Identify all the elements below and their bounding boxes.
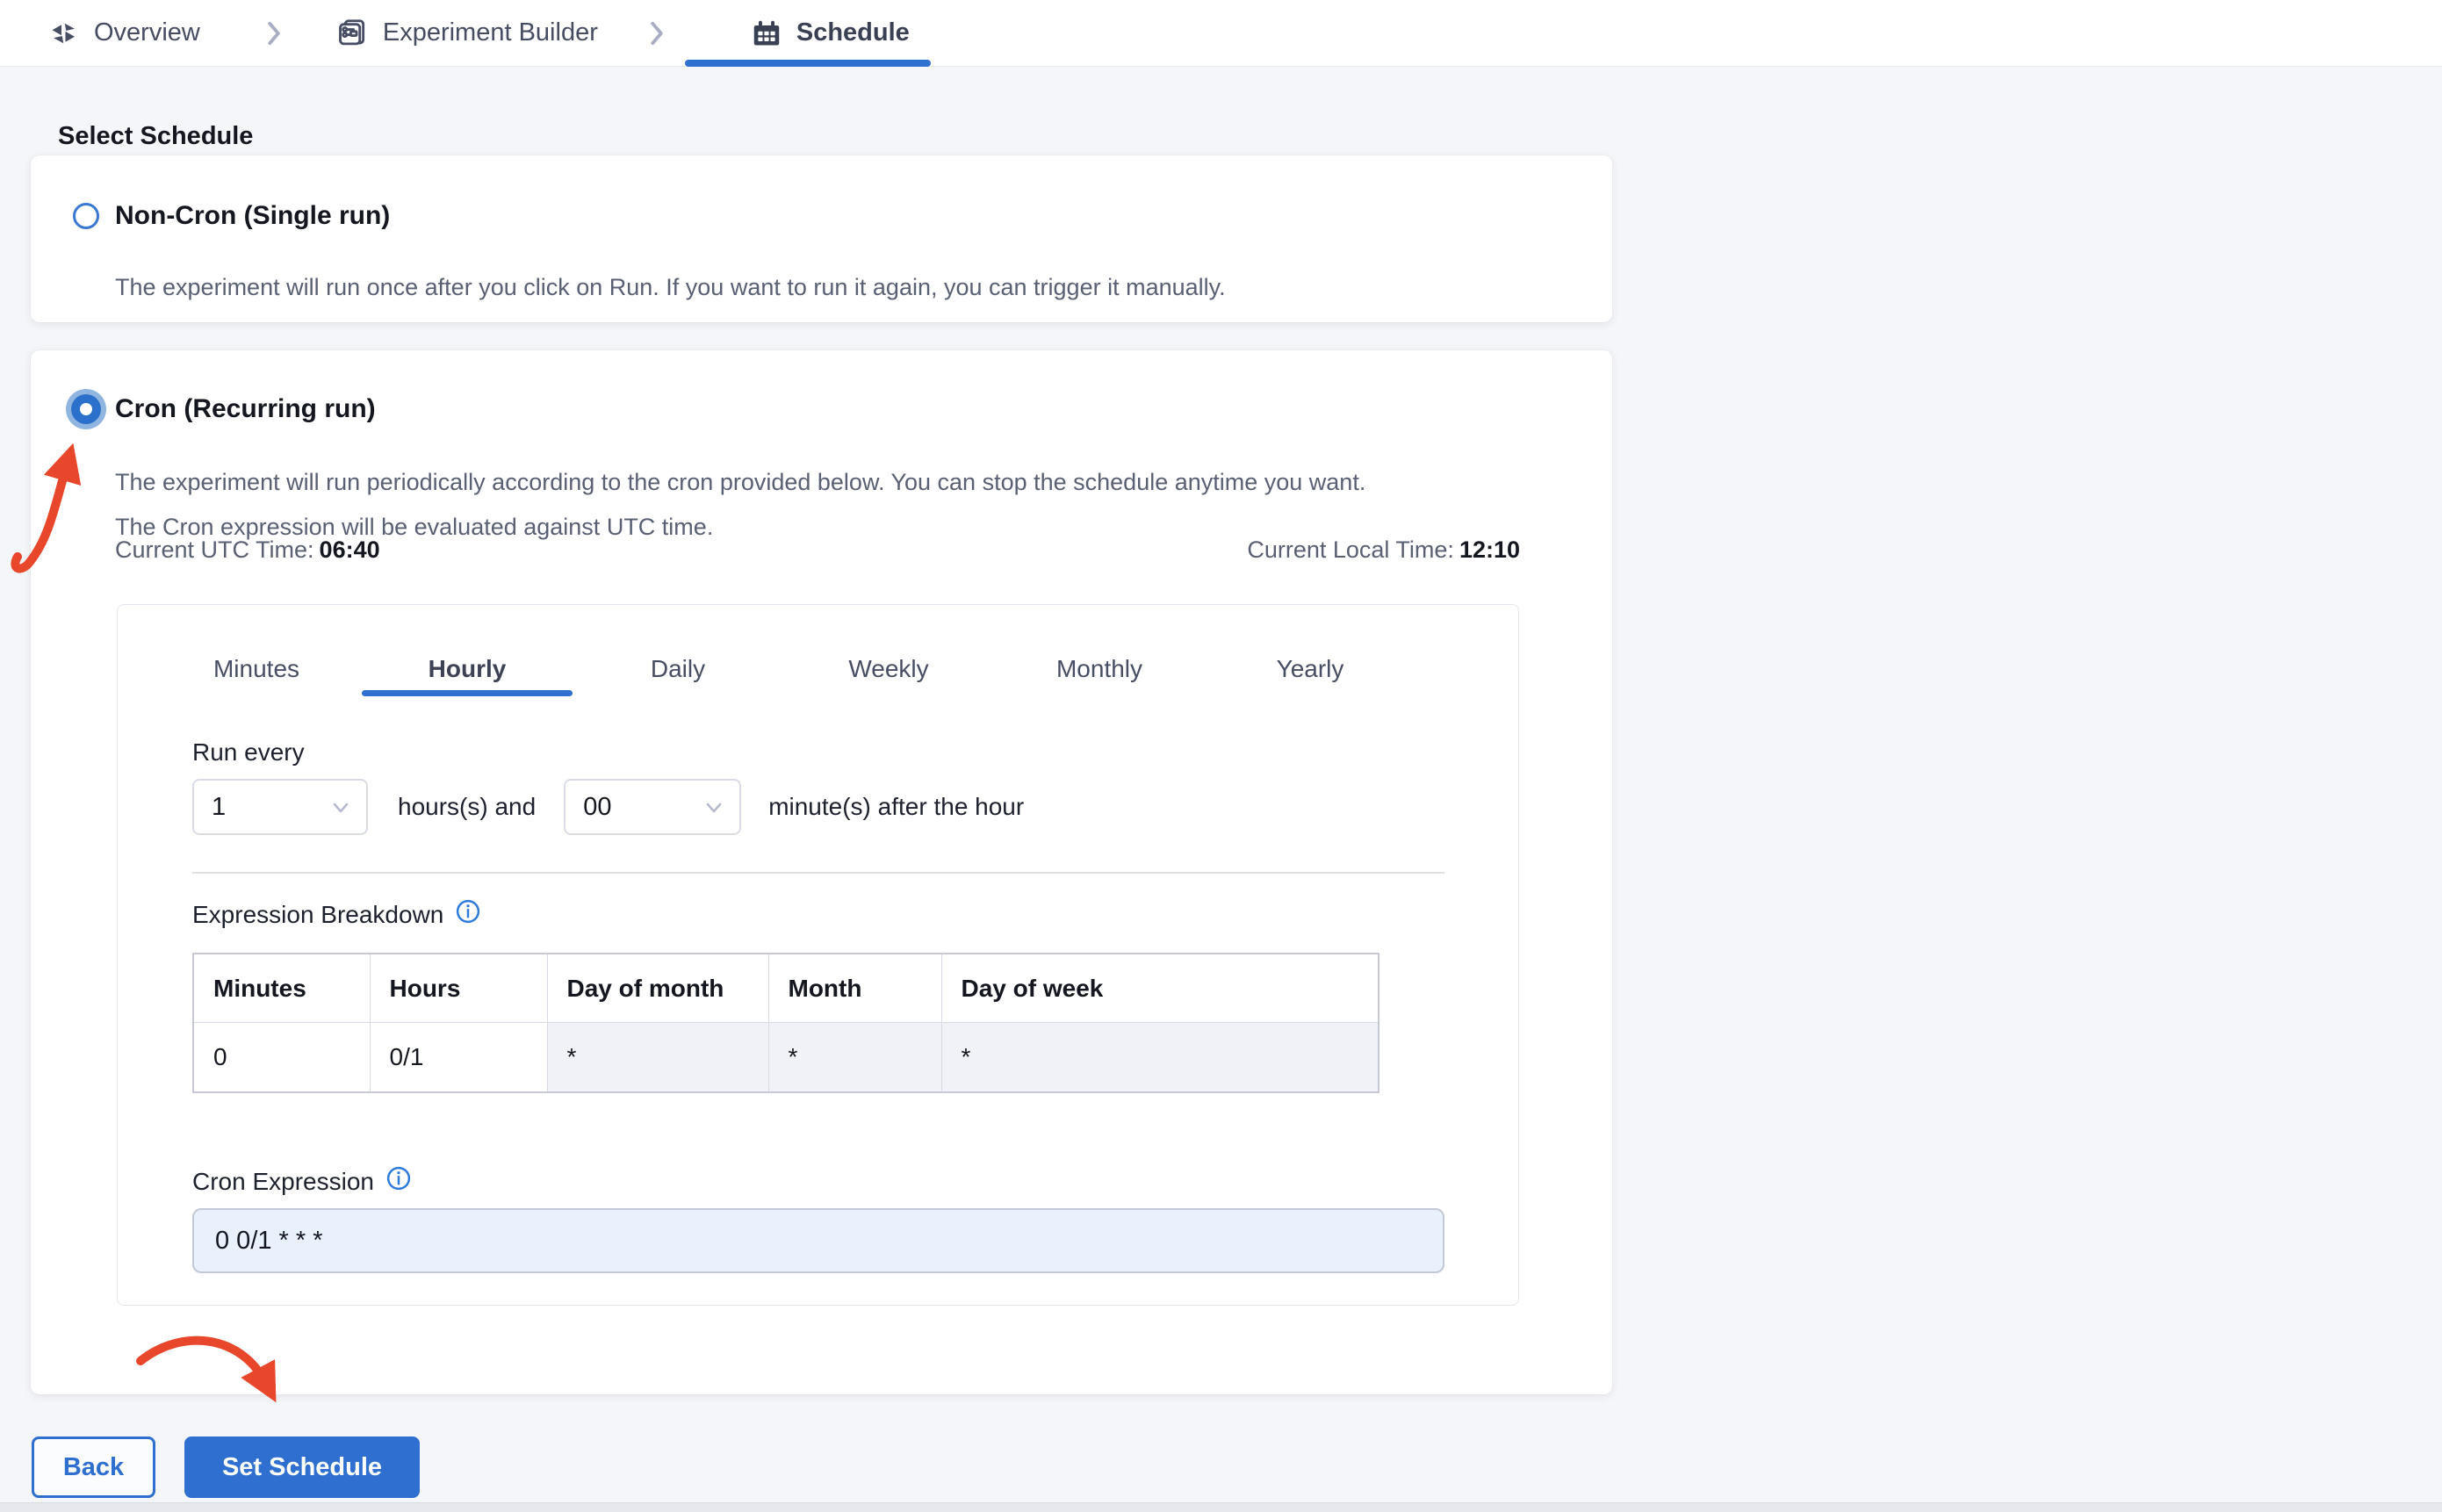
non-cron-radio[interactable] <box>73 203 99 229</box>
cell-month: * <box>767 1022 942 1093</box>
minutes-select-value: 00 <box>583 792 612 821</box>
tab-hourly[interactable]: Hourly <box>362 642 573 696</box>
non-cron-description: The experiment will run once after you c… <box>115 274 1226 300</box>
cron-radio[interactable] <box>66 389 106 429</box>
minutes-select[interactable]: 00 <box>564 779 742 835</box>
cron-expression-label: Cron Expression <box>192 1167 374 1195</box>
tab-schedule-label: Schedule <box>796 18 910 47</box>
tab-weekly[interactable]: Weekly <box>783 642 994 696</box>
experiment-builder-icon <box>335 17 369 50</box>
current-times-row: Current UTC Time: 06:40 Current Local Tim… <box>115 536 1520 564</box>
run-every-controls: 1 hours(s) and 00 minute(s) after the ho… <box>192 779 1052 835</box>
tab-daily[interactable]: Daily <box>573 642 783 696</box>
chevron-down-icon <box>331 793 350 822</box>
breadcrumb-experiment-builder[interactable]: Experiment Builder <box>335 17 598 50</box>
non-cron-option-row: Non-Cron (Single run) <box>73 201 390 231</box>
tab-schedule[interactable]: Schedule <box>751 18 910 49</box>
tab-yearly[interactable]: Yearly <box>1205 642 1415 696</box>
cron-title: Cron (Recurring run) <box>115 394 376 423</box>
breadcrumb: Overview Experiment Builder Schedule <box>0 0 2442 67</box>
tab-hourly-label: Hourly <box>428 655 507 682</box>
cell-day-of-month: * <box>546 1022 769 1093</box>
info-icon[interactable] <box>385 1165 412 1198</box>
schedule-page: Overview Experiment Builder Schedule Sel… <box>0 0 2442 1512</box>
table-header-row: Minutes Hours Day of month Month Day of … <box>192 953 1379 1023</box>
back-button[interactable]: Back <box>32 1436 155 1498</box>
current-local-time-value: 12:10 <box>1459 536 1520 563</box>
current-local-time-label: Current Local Time: <box>1247 536 1454 563</box>
cell-day-of-week: * <box>940 1022 1379 1093</box>
set-schedule-button[interactable]: Set Schedule <box>184 1436 420 1498</box>
breadcrumb-overview[interactable]: Overview <box>48 18 200 49</box>
header-minutes: Minutes <box>192 953 371 1023</box>
chevron-right-icon <box>263 19 285 47</box>
table-row: 0 0/1 * * * <box>192 1022 1379 1093</box>
overview-icon <box>48 18 80 49</box>
header-day-of-month: Day of month <box>546 953 769 1023</box>
cell-hours: 0/1 <box>369 1022 548 1093</box>
non-cron-option-card: Non-Cron (Single run) The experiment wil… <box>31 155 1612 322</box>
cron-option-card: Cron (Recurring run) The experiment will… <box>31 350 1612 1394</box>
cron-description-1: The experiment will run periodically acc… <box>115 469 1366 495</box>
cron-frequency-tabs: Minutes Hourly Daily Weekly Monthly Year… <box>151 642 1415 696</box>
cell-minutes: 0 <box>192 1022 371 1093</box>
breadcrumb-overview-label: Overview <box>94 18 200 47</box>
chevron-down-icon <box>704 793 724 822</box>
calendar-icon <box>751 18 782 49</box>
info-icon[interactable] <box>455 898 481 931</box>
non-cron-title: Non-Cron (Single run) <box>115 201 391 230</box>
cron-option-row: Cron (Recurring run) <box>66 389 376 429</box>
divider <box>192 872 1444 874</box>
current-utc-time: Current UTC Time: 06:40 <box>115 536 380 564</box>
cron-expression-label-row: Cron Expression <box>192 1165 412 1198</box>
tab-minutes[interactable]: Minutes <box>151 642 362 696</box>
expression-breakdown-label: Expression Breakdown <box>192 900 444 928</box>
cron-expression-input[interactable] <box>192 1208 1444 1273</box>
page-title: Select Schedule <box>58 122 254 151</box>
breadcrumb-experiment-builder-label: Experiment Builder <box>382 18 598 47</box>
minutes-suffix-label: minute(s) after the hour <box>768 793 1025 820</box>
header-day-of-week: Day of week <box>940 953 1379 1023</box>
run-every-label: Run every <box>192 738 305 766</box>
hours-suffix-label: hours(s) and <box>398 793 537 820</box>
bottom-edge-strip <box>0 1502 2442 1512</box>
header-hours: Hours <box>369 953 548 1023</box>
header-month: Month <box>767 953 942 1023</box>
expression-breakdown-label-row: Expression Breakdown <box>192 898 481 931</box>
current-utc-time-label: Current UTC Time: <box>115 536 314 563</box>
tab-monthly[interactable]: Monthly <box>994 642 1205 696</box>
expression-breakdown-table: Minutes Hours Day of month Month Day of … <box>192 953 1379 1093</box>
chevron-right-icon <box>646 19 667 47</box>
hours-select-value: 1 <box>212 792 227 821</box>
active-tab-underline <box>362 690 573 696</box>
hours-select[interactable]: 1 <box>192 779 368 835</box>
current-utc-time-value: 06:40 <box>319 536 380 563</box>
current-local-time: Current Local Time: 12:10 <box>1247 536 1520 564</box>
cron-builder-panel: Minutes Hourly Daily Weekly Monthly Year… <box>117 604 1519 1306</box>
active-tab-underline <box>685 60 931 67</box>
